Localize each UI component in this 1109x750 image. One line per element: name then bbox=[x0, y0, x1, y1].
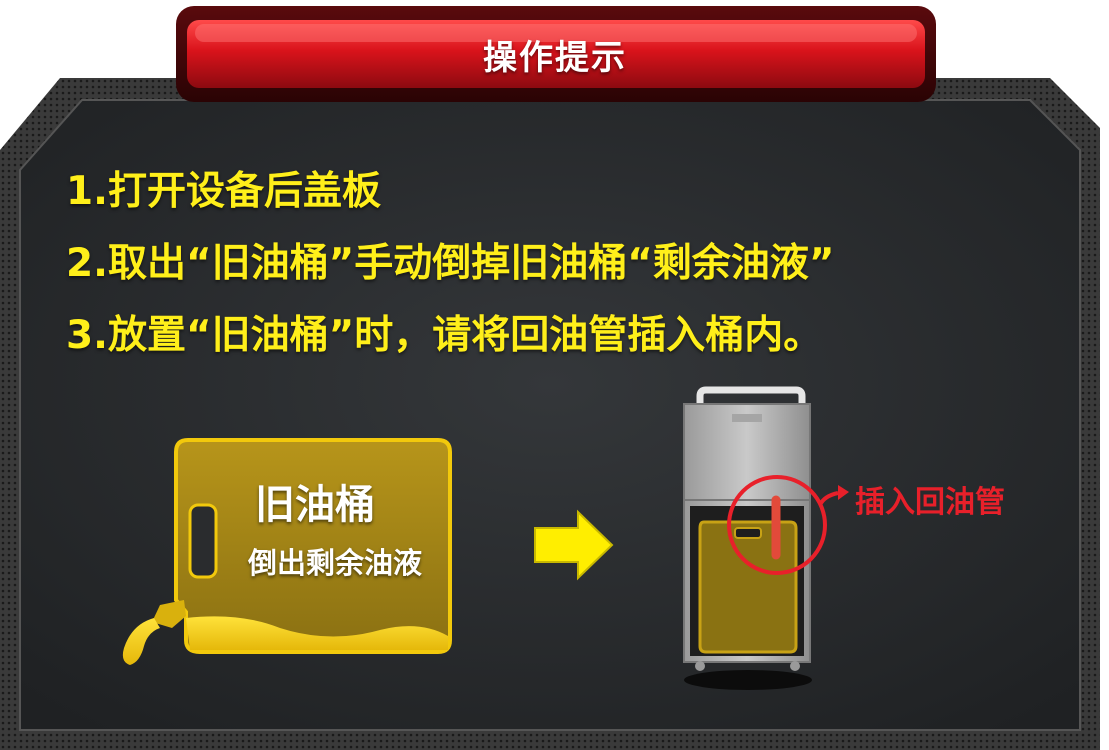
step-1: 1.打开设备后盖板 bbox=[66, 169, 381, 214]
step-3: 3.放置“旧油桶”时，请将回油管插入桶内。 bbox=[66, 313, 823, 358]
title-text: 操作提示 bbox=[483, 37, 627, 78]
can-handle bbox=[188, 503, 218, 579]
can-title-label: 旧油桶 bbox=[255, 482, 375, 528]
instruction-list: 1.打开设备后盖板 2.取出“旧油桶”手动倒掉旧油桶“剩余油液” 3.放置“旧油… bbox=[66, 160, 1106, 376]
can-subtitle-label: 倒出剩余油液 bbox=[247, 546, 422, 580]
step-2: 2.取出“旧油桶”手动倒掉旧油桶“剩余油液” bbox=[66, 241, 835, 286]
insert-pipe-callout: 插入回油管 bbox=[855, 485, 1005, 520]
